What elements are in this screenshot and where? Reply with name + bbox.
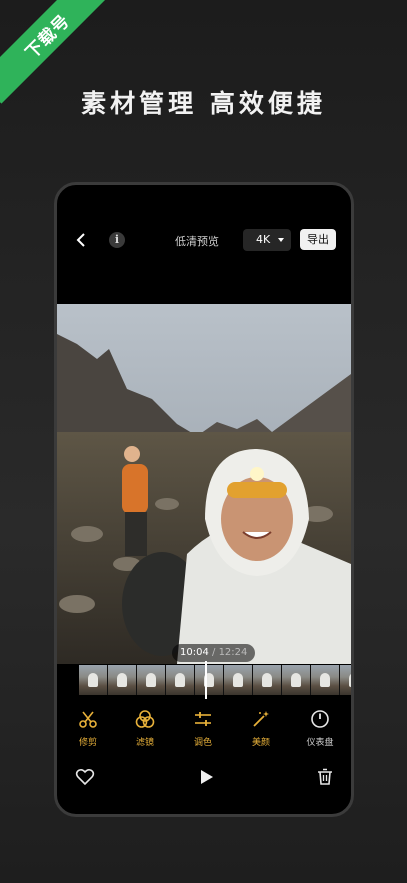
editor-topbar: i 低清预览 4K 导出 — [57, 229, 351, 253]
back-arrow-icon[interactable] — [73, 231, 91, 249]
filmstrip-frame — [137, 665, 165, 695]
video-preview[interactable] — [57, 304, 351, 664]
current-time: 10:04 — [180, 647, 209, 658]
filmstrip-frame — [195, 665, 223, 695]
scissors-icon — [79, 711, 97, 728]
tool-filter[interactable]: 滤镜 — [122, 707, 168, 748]
info-icon[interactable]: i — [109, 232, 125, 248]
filmstrip-frame — [253, 665, 281, 695]
preview-quality-label: 低清预览 — [175, 235, 219, 248]
filter-circles-icon — [135, 710, 155, 728]
heart-icon[interactable] — [75, 767, 95, 787]
tool-color-adjust[interactable]: 调色 — [180, 707, 226, 748]
playback-time: 10:04 / 12:24 — [172, 644, 256, 662]
tool-trim[interactable]: 修剪 — [65, 707, 111, 748]
total-duration: 12:24 — [218, 647, 248, 658]
sliders-icon — [195, 712, 211, 726]
magic-wand-icon — [253, 711, 269, 727]
resolution-select[interactable]: 4K — [243, 229, 291, 251]
tool-label: 美颜 — [251, 738, 270, 748]
tool-beauty[interactable]: 美颜 — [238, 707, 284, 748]
tool-label: 滤镜 — [135, 738, 154, 748]
phone-mockup: i 低清预览 4K 导出 10:04 / 12:24 修剪 滤镜 调色 美颜 仪… — [54, 182, 354, 817]
editing-toolbar: 修剪 滤镜 调色 美颜 仪表盘 — [57, 707, 351, 755]
tool-label: 调色 — [193, 738, 212, 748]
bottom-action-bar — [57, 767, 351, 791]
trash-icon[interactable] — [315, 767, 335, 787]
promo-headline: 素材管理 高效便捷 — [81, 89, 326, 118]
play-icon[interactable] — [196, 767, 216, 787]
filmstrip-frame — [108, 665, 136, 695]
filmstrip-frame — [282, 665, 310, 695]
timeline-playhead[interactable] — [205, 661, 207, 699]
filmstrip-frame — [340, 665, 351, 695]
time-separator: / — [208, 647, 219, 658]
export-button[interactable]: 导出 — [300, 229, 336, 250]
filmstrip-frame — [166, 665, 194, 695]
filmstrip-frame — [224, 665, 252, 695]
banner-text: 下载号 — [21, 10, 74, 63]
video-frame-image — [57, 304, 351, 664]
caret-down-icon — [278, 238, 284, 242]
tool-label: 仪表盘 — [306, 738, 334, 748]
tool-dashboard[interactable]: 仪表盘 — [297, 707, 343, 748]
filmstrip-frame — [79, 665, 107, 695]
gauge-icon — [311, 710, 329, 728]
timeline-filmstrip[interactable] — [79, 665, 351, 695]
filmstrip-frame — [311, 665, 339, 695]
resolution-value: 4K — [256, 233, 271, 246]
tool-label: 修剪 — [78, 738, 97, 748]
